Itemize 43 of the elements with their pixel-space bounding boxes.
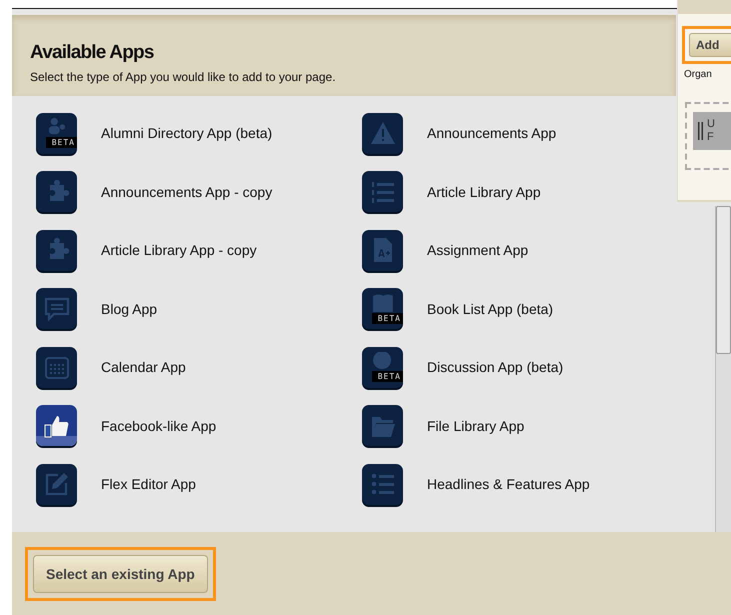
app-name-link[interactable]: Discussion App (beta) [427, 359, 564, 376]
app-icon[interactable] [362, 464, 403, 505]
beta-badge: BETA [372, 371, 403, 382]
app-icon[interactable]: BETA [362, 288, 403, 330]
book-icon [372, 294, 392, 312]
add-button[interactable]: Add [689, 33, 731, 57]
app-name-link[interactable]: Calendar App [101, 359, 186, 376]
app-name-link[interactable]: File Library App [427, 418, 524, 434]
app-name-link[interactable]: Assignment App [427, 242, 528, 258]
app-icon[interactable] [36, 405, 77, 446]
caption-text: Organ [684, 69, 713, 80]
block-text: U [707, 118, 715, 131]
select-existing-app-button[interactable]: Select an existing App [33, 554, 208, 592]
dialog-title: Available Apps [30, 42, 155, 64]
app-name-link[interactable]: Book List App (beta) [427, 300, 554, 317]
people-icon [46, 118, 66, 136]
beta-badge: BETA [46, 137, 77, 148]
pencil-edit-icon [44, 471, 70, 498]
app-icon[interactable] [362, 230, 403, 271]
app-name-link[interactable]: Article Library App - copy [101, 242, 257, 258]
app-icon[interactable]: BETA [362, 346, 403, 388]
app-name-link[interactable]: Announcements App [427, 125, 556, 142]
scroll-thumb[interactable] [716, 206, 731, 354]
scrollbar[interactable] [715, 206, 731, 532]
app-name-link[interactable]: Headlines & Features App [427, 476, 590, 492]
speech-bubble-icon [44, 296, 70, 322]
app-name-link[interactable]: Facebook-like App [101, 418, 216, 434]
app-name-link[interactable]: Announcements App - copy [101, 184, 272, 200]
dialog-subtitle: Select the type of App you would like to add to your page. [30, 70, 337, 84]
app-name-link[interactable]: Article Library App [427, 184, 541, 200]
block-text: F [707, 131, 715, 144]
app-name-link[interactable]: Flex Editor App [101, 476, 196, 492]
app-name-link[interactable]: Alumni Directory App (beta) [101, 125, 272, 142]
grip-icon [698, 122, 703, 140]
calendar-icon [44, 354, 70, 380]
beta-badge: BETA [372, 312, 403, 324]
app-icon[interactable]: BETA [36, 112, 77, 154]
warning-icon [370, 120, 396, 146]
app-name-link[interactable]: Blog App [101, 300, 158, 317]
app-icon[interactable] [36, 464, 77, 505]
app-icon[interactable] [36, 230, 77, 271]
app-icon[interactable] [362, 112, 403, 154]
app-icon[interactable] [36, 346, 77, 388]
